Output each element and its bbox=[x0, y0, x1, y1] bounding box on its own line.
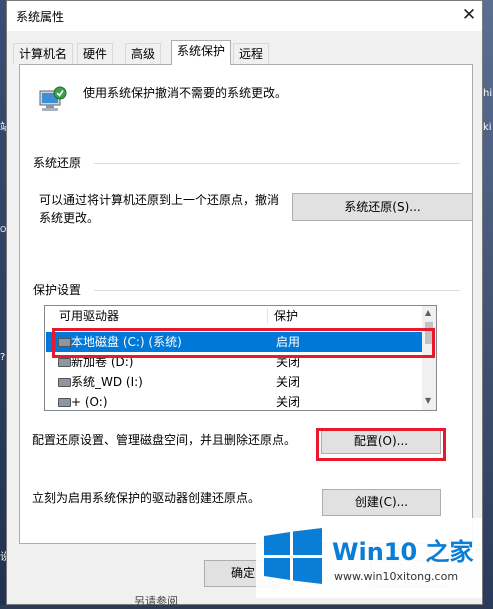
drive-row[interactable]: + (O:) 关闭 bbox=[46, 392, 422, 410]
list-scrollbar[interactable]: ▲ ▼ bbox=[422, 306, 436, 410]
watermark-url: www.win10xitong.com bbox=[334, 570, 459, 583]
system-properties-dialog: 系统属性 ✕ 计算机名 硬件 高级 系统保护 远程 使用系统保护撤消不需要的系统… bbox=[6, 0, 483, 608]
hard-drive-icon bbox=[58, 358, 71, 367]
restore-description-line1: 可以通过将计算机还原到上一个还原点，撤消 bbox=[39, 193, 280, 207]
tab-remote[interactable]: 远程 bbox=[233, 43, 270, 64]
drive-name: + (O:) bbox=[71, 395, 108, 409]
highlight-selected-drive bbox=[52, 328, 435, 358]
computer-shield-icon bbox=[36, 85, 68, 115]
close-icon[interactable]: ✕ bbox=[457, 3, 481, 27]
watermark: Win10 之家 www.win10xitong.com bbox=[256, 518, 482, 598]
desktop-icon-label: hi bbox=[483, 88, 493, 99]
tab-hardware[interactable]: 硬件 bbox=[77, 43, 114, 64]
scroll-up-icon[interactable]: ▲ bbox=[425, 308, 431, 317]
drive-list[interactable]: 可用驱动器 保护 本地磁盘 (C:) (系统) 启用 新加卷 (D:) 关闭 系… bbox=[44, 305, 437, 411]
highlight-configure-button bbox=[316, 428, 446, 461]
protection-heading: 保护设置 bbox=[33, 283, 82, 297]
title-bar[interactable]: 系统属性 ✕ bbox=[7, 1, 482, 31]
create-description: 立刻为启用系统保护的驱动器创建还原点。 bbox=[32, 491, 261, 505]
tab-system-protection[interactable]: 系统保护 bbox=[171, 40, 232, 65]
desktop-icon-label: ? bbox=[0, 352, 6, 363]
drive-row[interactable]: 系统_WD (I:) 关闭 bbox=[46, 372, 422, 392]
configure-description: 配置还原设置、管理磁盘空间，并且删除还原点。 bbox=[32, 433, 297, 447]
system-restore-button[interactable]: 系统还原(S)... bbox=[292, 193, 473, 221]
drive-name: 系统_WD (I:) bbox=[71, 375, 143, 389]
protection-status: 关闭 bbox=[276, 395, 301, 409]
restore-description-line2: 系统更改。 bbox=[39, 211, 100, 225]
watermark-brand: Win10 之家 bbox=[332, 538, 474, 566]
create-button[interactable]: 创建(C)... bbox=[322, 489, 441, 516]
hard-drive-icon bbox=[58, 378, 71, 387]
column-header-protection[interactable]: 保护 bbox=[274, 306, 298, 326]
intro-text: 使用系统保护撤消不需要的系统更改。 bbox=[83, 86, 288, 100]
hard-drive-icon bbox=[58, 398, 71, 407]
column-divider bbox=[267, 308, 268, 324]
window-title: 系统属性 bbox=[16, 10, 65, 24]
divider bbox=[94, 290, 460, 291]
divider bbox=[94, 163, 460, 164]
system-protection-panel: 使用系统保护撤消不需要的系统更改。 系统还原 可以通过将计算机还原到上一个还原点… bbox=[19, 64, 473, 544]
column-header-drives[interactable]: 可用驱动器 bbox=[59, 306, 119, 326]
tab-advanced[interactable]: 高级 bbox=[125, 43, 162, 64]
windows-logo-icon bbox=[264, 528, 322, 584]
tab-computer-name[interactable]: 计算机名 bbox=[13, 43, 74, 64]
desktop-icon-label: ki bbox=[483, 122, 492, 133]
protection-status: 关闭 bbox=[276, 375, 301, 389]
see-also-label: 另请参阅 bbox=[134, 595, 178, 608]
restore-heading: 系统还原 bbox=[33, 156, 82, 170]
scroll-down-icon[interactable]: ▼ bbox=[425, 396, 431, 405]
